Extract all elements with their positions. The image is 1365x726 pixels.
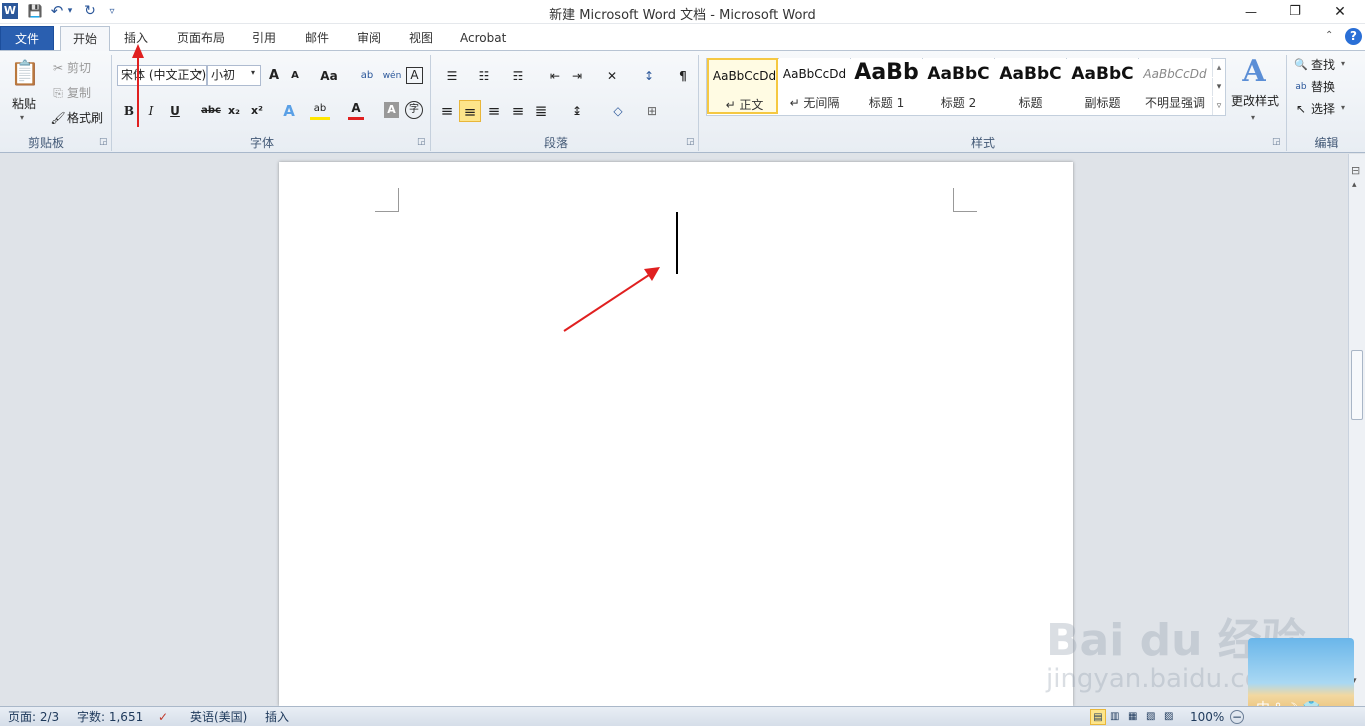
- scroll-thumb[interactable]: [1351, 350, 1363, 420]
- arrow-head: [132, 44, 144, 58]
- view-full-screen-icon[interactable]: ▥: [1110, 709, 1119, 725]
- proofing-icon[interactable]: ✓: [158, 709, 168, 725]
- arrow-to-cursor: [563, 272, 653, 332]
- view-draft-icon[interactable]: ▨: [1164, 709, 1173, 725]
- zoom-level[interactable]: 100%: [1190, 709, 1224, 725]
- view-outline-icon[interactable]: ▧: [1146, 709, 1155, 725]
- ruler-toggle-icon[interactable]: ⊟: [1351, 164, 1360, 177]
- page-count[interactable]: 页面: 2/3: [8, 709, 59, 725]
- status-bar: 页面: 2/3 字数: 1,651 ✓ 英语(美国) 插入 ▤ ▥ ▦ ▧ ▨ …: [0, 706, 1365, 726]
- scroll-up-icon[interactable]: ▴: [1352, 180, 1357, 190]
- language-indicator[interactable]: 英语(美国): [190, 709, 247, 725]
- tab-home[interactable]: 开始: [60, 26, 110, 51]
- view-web-layout-icon[interactable]: ▦: [1128, 709, 1137, 725]
- word-count[interactable]: 字数: 1,651: [77, 709, 143, 725]
- arrow-head: [644, 267, 660, 281]
- view-print-layout-icon[interactable]: ▤: [1090, 709, 1106, 725]
- zoom-out-icon[interactable]: −: [1230, 710, 1244, 724]
- vertical-scrollbar[interactable]: ⊟ ▴ ▾: [1348, 154, 1365, 706]
- insert-mode-indicator[interactable]: 插入: [265, 709, 289, 725]
